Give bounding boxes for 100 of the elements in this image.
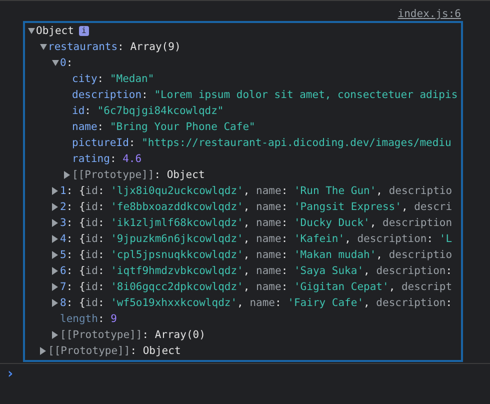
console-prompt[interactable]: › [6, 366, 14, 382]
punctuation: : { [66, 200, 86, 215]
punctuation: : { [66, 280, 86, 295]
punctuation: : [84, 104, 92, 119]
expand-triangle-icon[interactable] [52, 331, 58, 339]
preview-key: name [256, 183, 282, 199]
preview-key: name [256, 215, 282, 231]
string-value: 'ljx8i0qu2uckcowlqdz' [110, 184, 244, 199]
string-value: 'Fairy Cafe' [288, 296, 364, 311]
property-key: 0 [60, 55, 66, 71]
number-value: 4.6 [122, 152, 142, 167]
string-value: "https://restaurant-api.dicoding.dev/images/mediu [142, 136, 452, 151]
punctuation: : { [66, 296, 86, 311]
expand-triangle-icon[interactable] [64, 171, 70, 179]
property-key: 7 [60, 279, 66, 295]
expand-triangle-icon[interactable] [52, 283, 58, 291]
string-value: 'Kafein' [294, 232, 345, 247]
type-label: Array(9) [130, 40, 181, 55]
preview-key: name [256, 247, 282, 263]
punctuation: , [243, 280, 251, 295]
preview-key: id [85, 247, 98, 263]
punctuation: : [98, 312, 106, 327]
preview-key: descri [414, 199, 452, 215]
property-key: length [60, 311, 98, 327]
info-badge[interactable]: i [78, 26, 89, 36]
property-key: id [72, 103, 85, 119]
punctuation: : [98, 280, 106, 295]
preview-key: descript [401, 279, 452, 295]
expand-triangle-icon[interactable] [52, 219, 58, 227]
punctuation: : [281, 200, 289, 215]
preview-key: id [85, 295, 98, 311]
punctuation: : [142, 328, 150, 343]
punctuation: : [281, 280, 289, 295]
string-value: 'L [439, 232, 452, 247]
number-value: 9 [110, 312, 117, 327]
punctuation: : [154, 168, 162, 183]
preview-key: description [382, 215, 452, 231]
punctuation: : [142, 88, 149, 103]
expand-triangle-icon[interactable] [52, 235, 58, 243]
property-key: name [72, 119, 98, 135]
string-value: "6c7bqjgi84kcowlqdz" [97, 104, 224, 119]
string-value: 'iqtf9hmdzvbkcowlqdz' [110, 264, 244, 279]
punctuation: , [376, 184, 384, 199]
punctuation: : [98, 184, 106, 199]
preview-key: name [250, 295, 275, 311]
string-value: 'Run The Gun' [294, 184, 376, 199]
property-key: 5 [60, 247, 66, 263]
punctuation: : [128, 136, 136, 151]
expand-triangle-icon[interactable] [52, 251, 58, 259]
preview-key: name [256, 199, 282, 215]
punctuation: : [98, 216, 106, 231]
preview-key: id [85, 199, 98, 215]
punctuation: : [281, 184, 289, 199]
punctuation: , [388, 280, 396, 295]
preview-key: id [85, 215, 98, 231]
preview-key: descriptio [388, 247, 452, 263]
punctuation: , [243, 184, 251, 199]
property-key: city [72, 71, 98, 87]
punctuation: : [281, 264, 289, 279]
punctuation: : [118, 40, 125, 55]
expand-triangle-icon[interactable] [40, 347, 46, 355]
string-value: 'wf5o19xhxxkcowlqdz' [110, 296, 238, 311]
property-key: 6 [60, 263, 66, 279]
punctuation: : [446, 264, 452, 279]
internal-property: [[Prototype]] [72, 168, 154, 183]
collapse-triangle-icon[interactable] [52, 60, 59, 66]
preview-key: id [85, 279, 98, 295]
punctuation: : { [66, 248, 86, 263]
expand-triangle-icon[interactable] [52, 299, 58, 307]
string-value: 'ik1zljmlf68kcowlqdz' [110, 216, 244, 231]
property-key: rating [72, 151, 110, 167]
expand-triangle-icon[interactable] [52, 267, 58, 275]
collapse-triangle-icon[interactable] [28, 28, 35, 34]
expand-triangle-icon[interactable] [52, 203, 58, 211]
punctuation: , [243, 264, 251, 279]
expand-triangle-icon[interactable] [52, 187, 58, 195]
string-value: "Lorem ipsum dolor sit amet, consectetuer adipis [154, 88, 458, 103]
collapse-triangle-icon[interactable] [40, 44, 47, 50]
property-key: 8 [60, 295, 66, 311]
internal-property: [[Prototype]] [48, 344, 130, 359]
string-value: "Medan" [110, 72, 154, 87]
punctuation: : { [66, 232, 86, 247]
string-value: 'Gigitan Cepat' [294, 280, 389, 295]
preview-key: name [256, 263, 282, 279]
preview-key: descriptio [388, 183, 452, 199]
string-value: '8i06gqcc2dpkcowlqdz' [110, 280, 244, 295]
string-value: 'Saya Suka' [294, 264, 364, 279]
punctuation: : [130, 344, 138, 359]
punctuation: : { [66, 264, 86, 279]
preview-key: id [85, 183, 98, 199]
punctuation: : [97, 120, 105, 135]
punctuation: : [98, 232, 106, 247]
punctuation: , [364, 264, 371, 279]
string-value: 'cpl5jpsnuqkkcowlqdz' [110, 248, 244, 263]
punctuation: : [281, 216, 289, 231]
punctuation: : { [66, 184, 86, 199]
punctuation: : [98, 200, 106, 215]
property-key: 4 [60, 231, 66, 247]
source-link[interactable]: index.js:6 [398, 7, 461, 21]
property-key: restaurants [48, 39, 118, 55]
